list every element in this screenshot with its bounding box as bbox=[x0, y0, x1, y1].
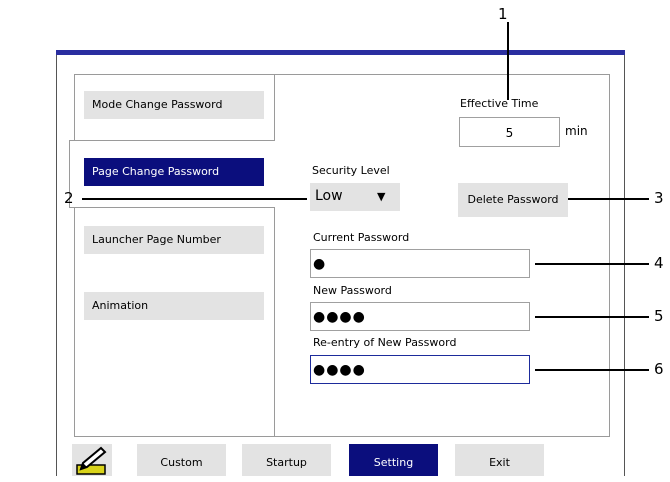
callout-4: 4 bbox=[654, 254, 664, 272]
security-level-label: Security Level bbox=[312, 164, 390, 177]
tabs-separator bbox=[274, 74, 275, 437]
callout-6: 6 bbox=[654, 360, 664, 378]
nav-custom-button[interactable]: Custom bbox=[137, 444, 226, 476]
effective-time-input[interactable]: 5 bbox=[459, 117, 560, 147]
callout-1: 1 bbox=[498, 5, 508, 23]
callout-1-line bbox=[507, 22, 509, 100]
nav-exit-button[interactable]: Exit bbox=[455, 444, 544, 476]
delete-password-button[interactable]: Delete Password bbox=[458, 183, 568, 217]
effective-time-label: Effective Time bbox=[460, 97, 539, 110]
edit-button[interactable] bbox=[72, 444, 112, 476]
screen-frame-right bbox=[624, 55, 625, 476]
tab-animation[interactable]: Animation bbox=[84, 292, 264, 320]
tab-page-change-password[interactable]: Page Change Password bbox=[84, 158, 264, 186]
nav-startup-button[interactable]: Startup bbox=[242, 444, 331, 476]
new-password-label: New Password bbox=[313, 284, 392, 297]
screen-frame-left bbox=[56, 55, 57, 476]
current-password-input[interactable]: ● bbox=[310, 249, 530, 278]
security-level-select[interactable]: Low ▼ bbox=[310, 183, 400, 211]
tab-mode-change-password[interactable]: Mode Change Password bbox=[84, 91, 264, 119]
tab-launcher-page-number[interactable]: Launcher Page Number bbox=[84, 226, 264, 254]
new-password-input[interactable]: ●●●● bbox=[310, 302, 530, 331]
callout-4-line bbox=[535, 263, 649, 265]
reentry-password-input[interactable]: ●●●● bbox=[310, 355, 530, 384]
screen-top-bar bbox=[56, 50, 625, 55]
callout-3: 3 bbox=[654, 189, 664, 207]
callout-5: 5 bbox=[654, 307, 664, 325]
callout-2-line bbox=[82, 198, 307, 200]
nav-setting-button[interactable]: Setting bbox=[349, 444, 438, 476]
current-password-label: Current Password bbox=[313, 231, 410, 244]
callout-6-line bbox=[535, 369, 649, 371]
callout-5-line bbox=[535, 316, 649, 318]
callout-3-line bbox=[568, 198, 649, 200]
callout-2: 2 bbox=[64, 189, 74, 207]
pencil-edit-icon bbox=[76, 446, 107, 475]
dropdown-arrow-icon: ▼ bbox=[377, 190, 386, 203]
security-level-value: Low bbox=[315, 188, 343, 204]
reentry-password-label: Re-entry of New Password bbox=[313, 336, 457, 349]
effective-time-unit: min bbox=[565, 124, 588, 138]
